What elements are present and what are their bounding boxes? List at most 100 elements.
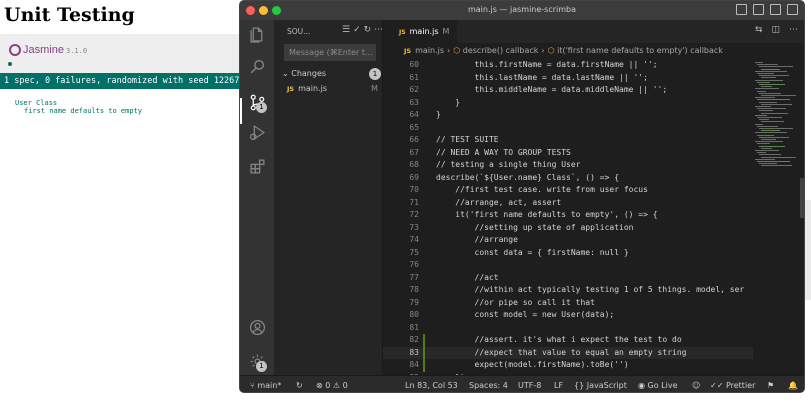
code-line[interactable]: 69 describe(`${User.name} Class`, () => { [383,172,753,185]
code-line[interactable]: 77 //act [383,272,753,285]
minimap-line [757,161,790,162]
prettier-label: Prettier [725,381,756,390]
notifications-icon[interactable]: 🔔 [788,376,798,392]
minimap-line [757,117,782,118]
run-debug-icon[interactable] [249,124,266,141]
minimap-line [759,154,781,156]
go-live-label: Go Live [647,381,678,390]
breadcrumb-file[interactable]: main.js [415,46,444,55]
minimap-line [757,125,778,127]
toggle-secondary-sidebar-icon[interactable] [770,4,781,15]
code-text: // NEED A WAY TO GROUP TESTS [436,147,571,157]
code-line[interactable]: 71 //arrange, act, assert [383,197,753,210]
commit-message-input[interactable]: Message (⌘Enter t... [284,44,376,61]
tab-label: main.js [409,27,439,36]
code-text: //within act typically testing 1 of 5 th… [436,285,745,294]
spec-link[interactable]: first name defaults to empty [24,107,142,115]
minimap-line [759,66,793,68]
search-icon[interactable] [249,58,266,75]
braces-icon: {} [574,381,585,390]
code-line[interactable]: 72 it('first name defaults to empty', ()… [383,209,753,222]
toggle-sidebar-icon[interactable] [736,4,747,15]
chevron-right-icon: › [447,46,451,55]
view-as-tree-icon[interactable]: ☰ [342,25,353,35]
editor-scrollbar[interactable] [799,58,804,368]
toggle-panel-icon[interactable] [753,4,764,15]
code-line[interactable]: 74 //arrange [383,234,753,247]
open-changes-icon[interactable]: ⇆ [755,25,763,35]
code-line[interactable]: 64} [383,109,753,122]
code-line[interactable]: 80 const model = new User(data); [383,309,753,322]
code-line[interactable]: 62 this.middleName = data.middleName || … [383,84,753,97]
code-line[interactable]: 79 //or pipe so call it that [383,297,753,310]
customize-layout-icon[interactable] [787,4,798,15]
minimap-line [761,139,776,140]
minimap-line [755,106,771,107]
refresh-icon[interactable]: ↻ [364,25,375,35]
minimap-line [761,77,776,79]
code-line[interactable]: 78 //within act typically testing 1 of 5… [383,284,753,297]
line-number: 81 [409,322,419,332]
go-live-button[interactable]: ◉ Go Live [638,376,678,392]
changes-group[interactable]: ⌄ Changes [282,69,326,78]
suite-link[interactable]: User Class [15,99,57,107]
copilot-icon[interactable]: ☺ [692,376,700,392]
jasmine-version: 3.1.0 [66,47,88,55]
code-line[interactable]: 65 [383,122,753,135]
spec-passed-dot [8,62,12,66]
code-line[interactable]: 84 expect(model.firstName).toBe('') [383,359,753,372]
prettier-button[interactable]: ✓✓ Prettier [710,376,756,392]
minimap-line [759,128,793,129]
code-editor[interactable]: 60 this.firstName = data.firstName || ''… [383,58,753,375]
code-line[interactable]: 67 // NEED A WAY TO GROUP TESTS [383,147,753,160]
breadcrumb-describe[interactable]: describe() callback [463,46,539,55]
minimap-line [761,156,796,158]
code-line[interactable]: 60 this.firstName = data.firstName || ''… [383,59,753,72]
sync-icon[interactable]: ↻ [296,376,303,392]
more-actions-icon[interactable]: ⋯ [789,25,798,35]
source-control-badge: 1 [256,102,267,113]
scrollbar-thumb[interactable] [800,178,804,218]
encoding[interactable]: UTF-8 [518,376,541,392]
code-text: //assert. it's what i expect the test to… [436,335,682,344]
code-line[interactable]: 81 [383,322,753,335]
commit-check-icon[interactable]: ✓ [353,25,364,35]
account-icon[interactable] [249,319,266,336]
code-line[interactable]: 68 // testing a single thing User [383,159,753,172]
code-line[interactable]: 63 } [383,97,753,110]
minimap-line [761,95,796,96]
code-line[interactable]: 75 const data = { firstName: null } [383,247,753,260]
branch-indicator[interactable]: ⑂ main* [250,376,281,392]
code-line[interactable]: 61 this.lastName = data.lastName || ''; [383,72,753,85]
cursor-position[interactable]: Ln 83, Col 53 [405,376,458,392]
tab-main-js[interactable]: JS main.js M [383,20,457,43]
code-text: this.middleName = data.middleName || ''; [436,85,668,94]
line-number: 77 [409,272,419,282]
line-number: 78 [409,285,419,294]
minimap[interactable] [753,58,799,368]
code-text: //arrange [436,235,518,244]
double-check-icon: ✓✓ [710,381,724,390]
code-line[interactable]: 73 //setting up state of application [383,222,753,235]
symbol-method-icon: ⬡ [453,46,461,55]
extensions-icon[interactable] [249,158,266,175]
minimap-line [757,81,770,83]
code-line[interactable]: 70 //first test case. write from user fo… [383,184,753,197]
code-line[interactable]: 82 //assert. it's what i expect the test… [383,334,753,347]
problems-indicator[interactable]: ⊗ 0 ⚠ 0 [316,376,348,392]
code-line[interactable]: 83 //expect that value to equal an empty… [383,346,753,359]
window-title: main.js — jasmine-scrimba [467,5,577,14]
changed-file-item[interactable]: JS main.js [287,84,327,93]
breadcrumb-it[interactable]: it('first name defaults to empty') callb… [557,46,723,55]
language-mode[interactable]: {} JavaScript [574,376,627,392]
files-icon[interactable] [249,26,266,43]
split-editor-icon[interactable]: ◫ [771,25,780,35]
code-text: this.lastName = data.lastName || ''; [436,72,648,82]
code-text: //expect that value to equal an empty st… [436,347,687,357]
panel-title: SOU... [287,27,311,36]
feedback-icon[interactable]: ⚑ [767,376,774,392]
indentation[interactable]: Spaces: 4 [469,376,508,392]
end-of-line[interactable]: LF [554,376,563,392]
code-line[interactable]: 66 // TEST SUITE [383,134,753,147]
code-line[interactable]: 76 [383,259,753,272]
